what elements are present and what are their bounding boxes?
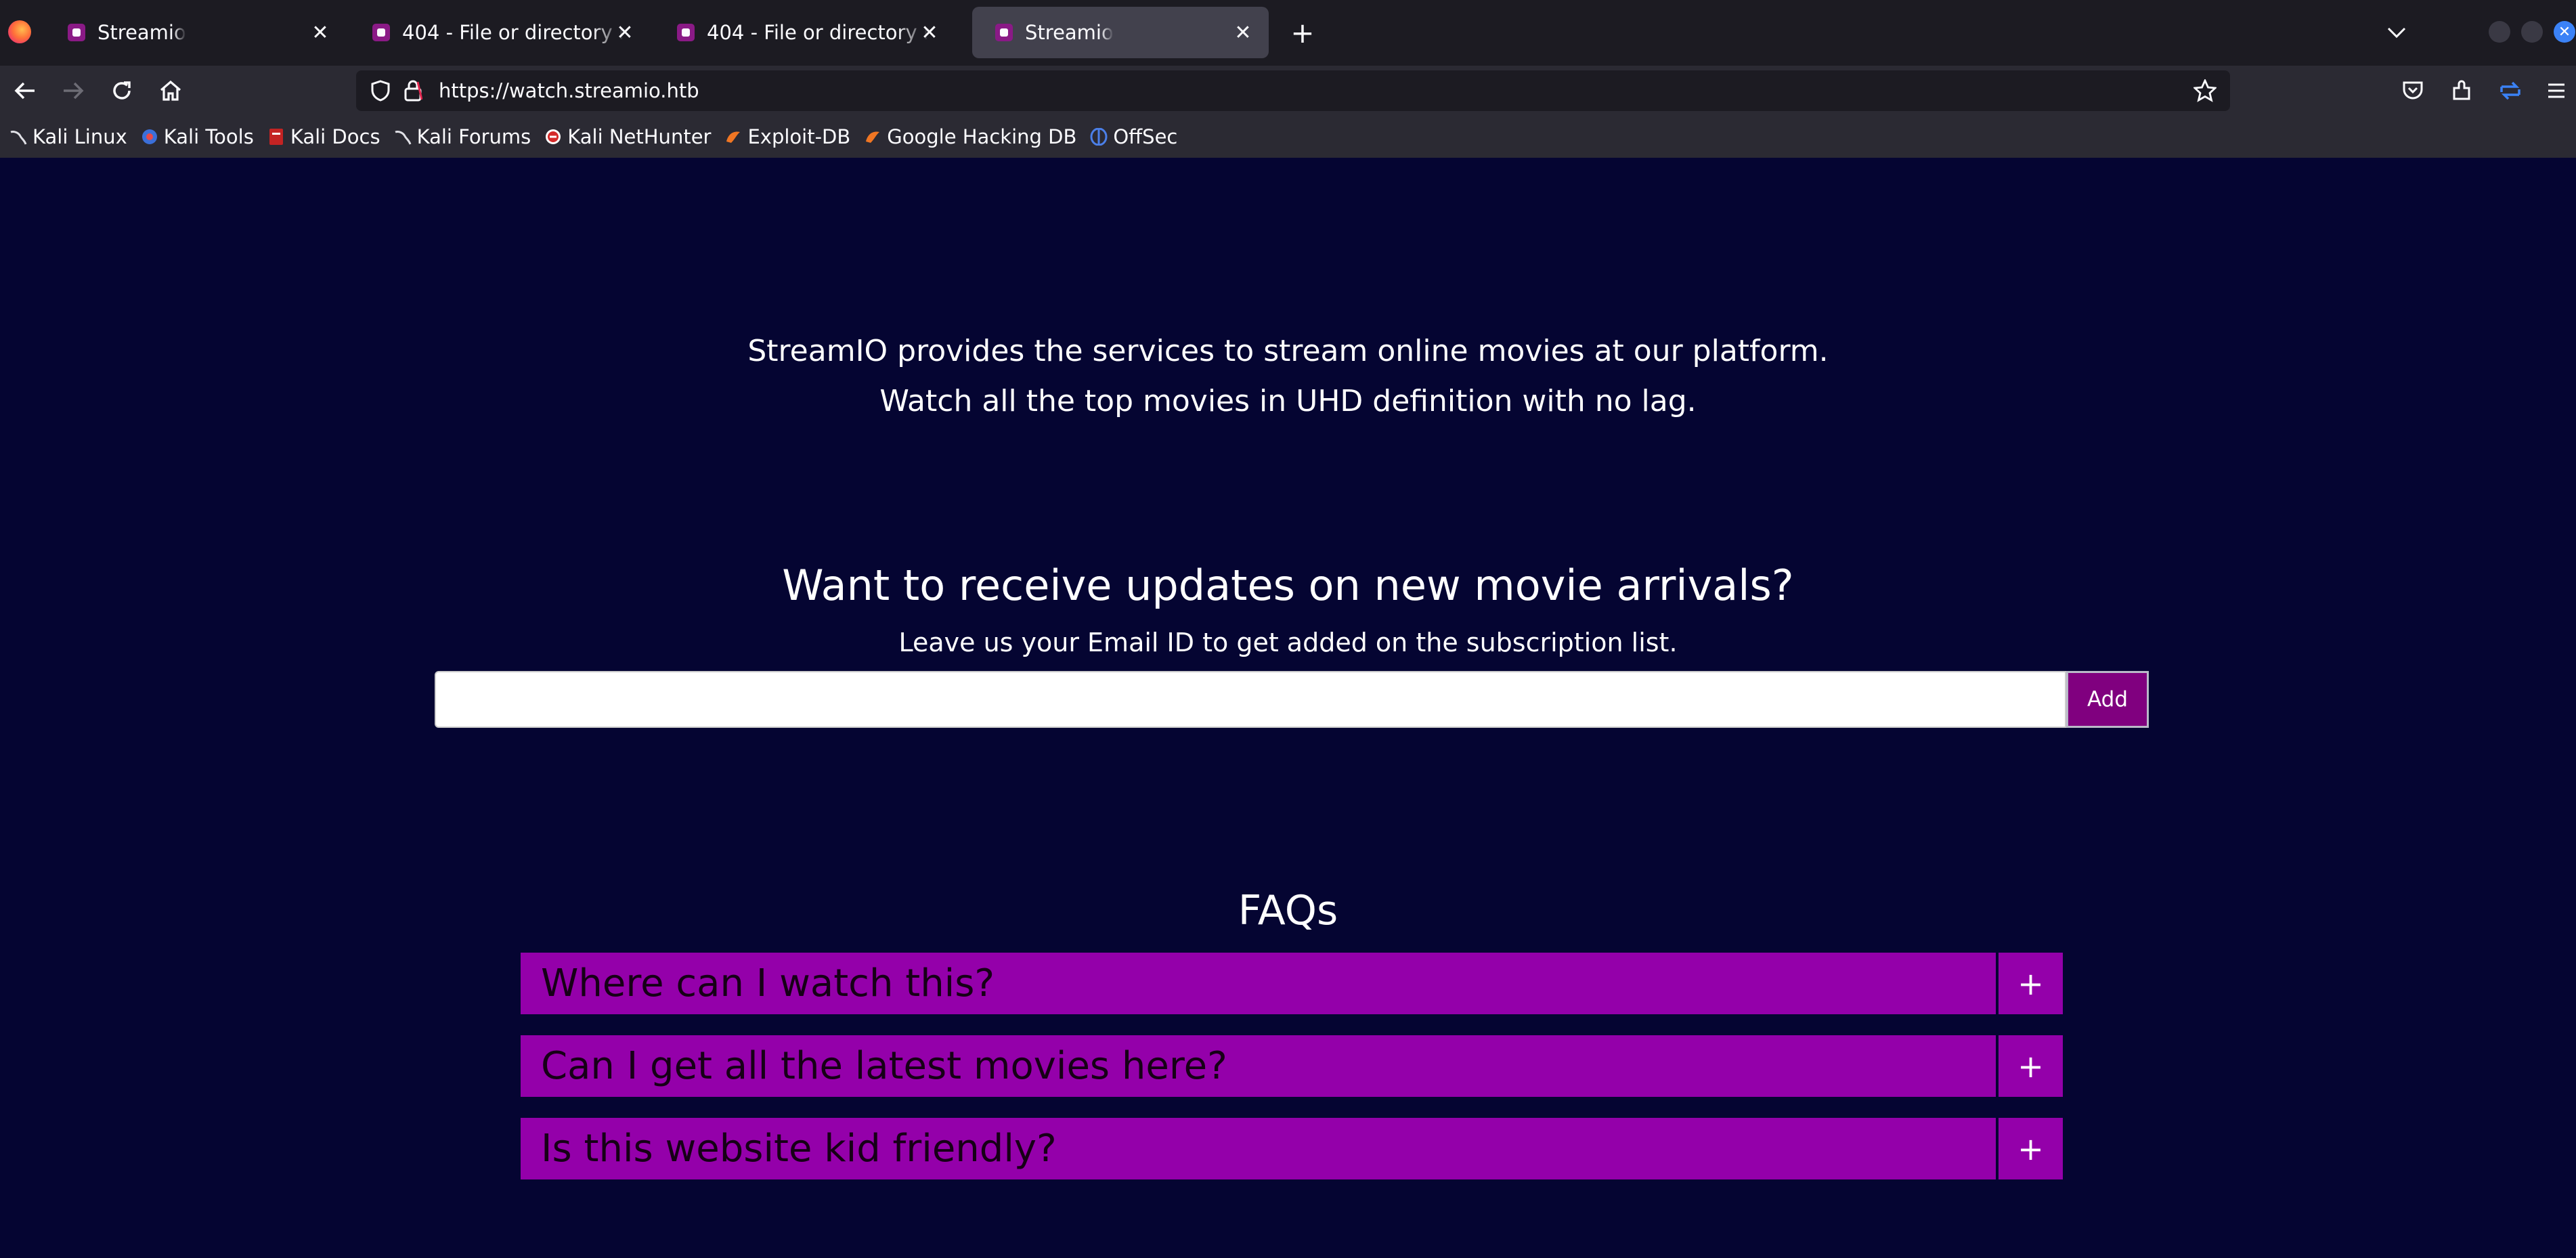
bookmarks-toolbar: Kali Linux Kali Tools Kali Docs Kali For… — [0, 116, 2576, 158]
kali-dragon-icon — [9, 128, 27, 146]
reload-icon[interactable] — [106, 74, 138, 107]
tab-title: 404 - File or directory not found. — [707, 21, 930, 44]
extensions-icon[interactable] — [2445, 74, 2478, 107]
bookmark-label: Kali Tools — [163, 125, 254, 148]
close-icon[interactable]: ✕ — [1231, 20, 1255, 45]
tab-title: Streamio — [97, 21, 186, 44]
tab-title: 404 - File or directory not found. — [402, 21, 626, 44]
bookmark-kali-forums[interactable]: Kali Forums — [394, 125, 531, 148]
intro-text-line-1: StreamIO provides the services to stream… — [747, 334, 1829, 368]
bookmark-label: OffSec — [1113, 125, 1178, 148]
expand-plus-icon[interactable]: + — [1999, 1035, 2063, 1097]
faq-question[interactable]: Can I get all the latest movies here? — [541, 1035, 1227, 1097]
page-content: StreamIO provides the services to stream… — [0, 158, 2576, 1258]
forward-arrow-icon[interactable] — [57, 74, 89, 107]
bookmark-label: Google Hacking DB — [887, 125, 1077, 148]
tab-title: Streamio — [1025, 21, 1114, 44]
tab-404-2[interactable]: 404 - File or directory not found. ✕ — [654, 7, 955, 58]
bookmark-kali-linux[interactable]: Kali Linux — [9, 125, 127, 148]
faq-question[interactable]: Where can I watch this? — [541, 953, 995, 1014]
bookmark-label: Kali Forums — [416, 125, 531, 148]
home-icon[interactable] — [154, 74, 187, 107]
faq-item[interactable]: Can I get all the latest movies here? + — [521, 1035, 2063, 1097]
expand-plus-icon[interactable]: + — [1999, 1118, 2063, 1179]
back-arrow-icon[interactable] — [9, 74, 41, 107]
url-text[interactable]: https://watch.streamio.htb — [439, 70, 699, 111]
minimize-button[interactable] — [2489, 21, 2510, 43]
bookmark-star-icon[interactable] — [2192, 78, 2218, 105]
email-field[interactable] — [435, 671, 2066, 728]
expand-plus-icon[interactable]: + — [1999, 953, 2063, 1014]
burp-proxy-icon[interactable] — [2494, 74, 2527, 107]
bookmark-google-hacking-db[interactable]: Google Hacking DB — [864, 125, 1076, 148]
streamio-favicon-icon — [677, 24, 695, 41]
maximize-button[interactable] — [2521, 21, 2543, 43]
chevron-down-icon[interactable] — [2380, 16, 2413, 49]
faq-item[interactable]: Where can I watch this? + — [521, 953, 2063, 1014]
bookmark-label: Kali Docs — [290, 125, 380, 148]
add-button[interactable]: Add — [2066, 671, 2149, 728]
navigation-toolbar: https://watch.streamio.htb — [0, 66, 2576, 116]
new-tab-button[interactable]: + — [1286, 16, 1319, 49]
close-icon[interactable]: ✕ — [613, 20, 637, 45]
kali-nethunter-icon — [544, 128, 562, 146]
streamio-favicon-icon — [995, 24, 1013, 41]
window-close-button[interactable]: ✕ — [2554, 21, 2575, 43]
faq-item[interactable]: Is this website kid friendly? + — [521, 1118, 2063, 1179]
faq-heading: FAQs — [1238, 887, 1338, 934]
bookmark-offsec[interactable]: OffSec — [1090, 125, 1177, 148]
firefox-icon[interactable] — [8, 20, 31, 43]
offsec-icon — [1090, 128, 1108, 146]
shield-icon[interactable] — [371, 80, 390, 104]
streamio-favicon-icon — [68, 24, 85, 41]
bookmark-label: Kali NetHunter — [567, 125, 712, 148]
bookmark-kali-nethunter[interactable]: Kali NetHunter — [544, 125, 711, 148]
tab-bar: Streamio ✕ 404 - File or directory not f… — [0, 0, 2576, 66]
subscribe-heading: Want to receive updates on new movie arr… — [782, 561, 1794, 610]
pocket-icon[interactable] — [2397, 74, 2429, 107]
faq-question[interactable]: Is this website kid friendly? — [541, 1118, 1057, 1179]
close-icon[interactable]: ✕ — [308, 20, 332, 45]
bookmark-exploit-db[interactable]: Exploit-DB — [724, 125, 850, 148]
kali-tools-icon — [141, 128, 158, 146]
menu-icon[interactable] — [2543, 74, 2570, 107]
bookmark-label: Kali Linux — [32, 125, 127, 148]
bookmark-kali-docs[interactable]: Kali Docs — [267, 125, 380, 148]
url-bar[interactable]: https://watch.streamio.htb — [356, 70, 2230, 111]
exploit-db-icon — [724, 128, 742, 146]
close-icon[interactable]: ✕ — [917, 20, 942, 45]
kali-docs-icon — [267, 128, 285, 146]
bookmark-kali-tools[interactable]: Kali Tools — [141, 125, 254, 148]
tab-404-1[interactable]: 404 - File or directory not found. ✕ — [349, 7, 651, 58]
lock-icon[interactable] — [403, 79, 423, 105]
bookmark-label: Exploit-DB — [747, 125, 851, 148]
ghdb-icon — [864, 128, 881, 146]
streamio-favicon-icon — [372, 24, 390, 41]
tab-streamio-active[interactable]: Streamio ✕ — [972, 7, 1269, 58]
subscribe-subtext: Leave us your Email ID to get added on t… — [898, 628, 1678, 657]
intro-text-line-2: Watch all the top movies in UHD definiti… — [879, 384, 1697, 418]
kali-forums-icon — [394, 128, 412, 146]
tab-streamio-1[interactable]: Streamio ✕ — [45, 7, 346, 58]
